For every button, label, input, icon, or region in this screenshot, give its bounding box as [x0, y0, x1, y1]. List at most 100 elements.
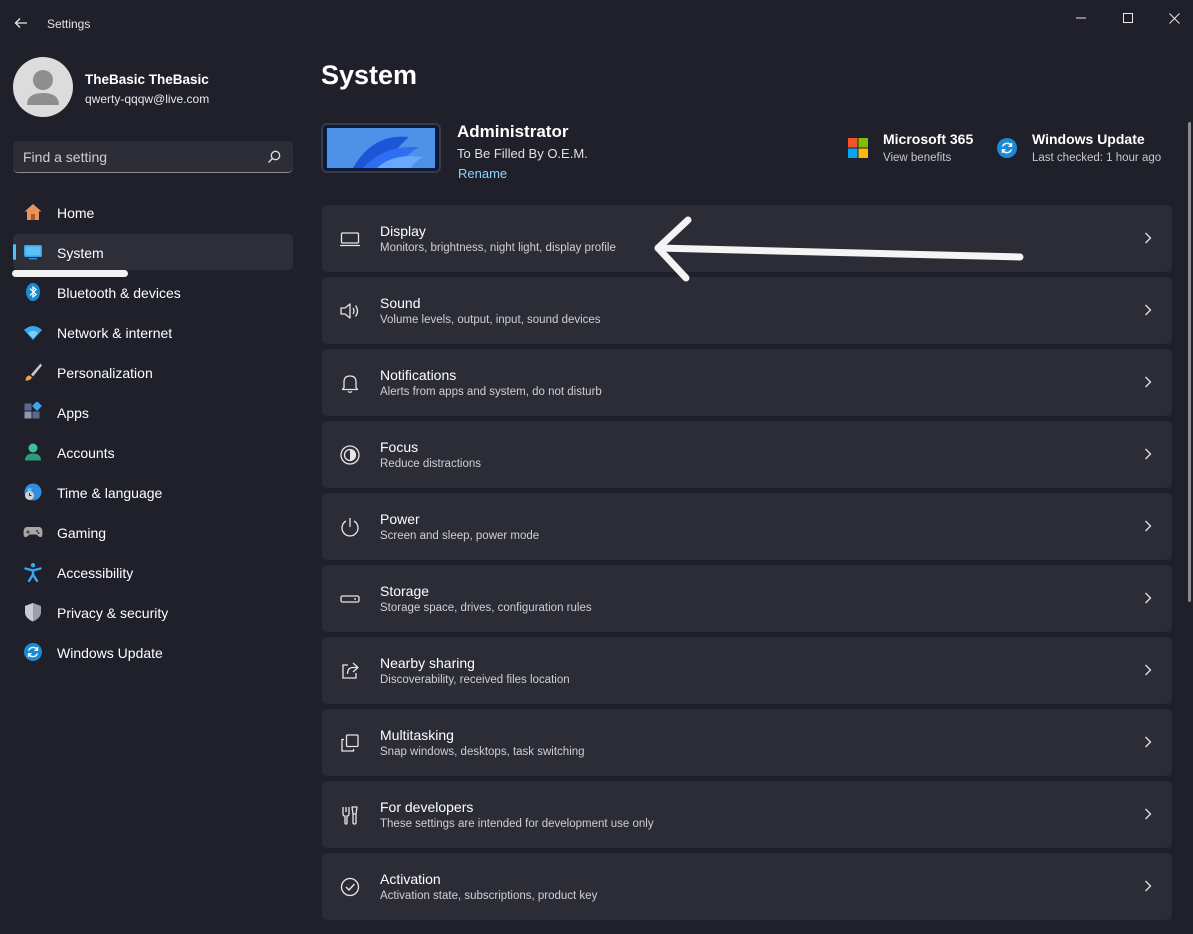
setting-title: Sound — [380, 295, 421, 311]
sidebar-item-accounts[interactable]: Accounts — [13, 434, 293, 470]
quick-link-title: Microsoft 365 — [883, 131, 974, 147]
setting-subtitle: Screen and sleep, power mode — [380, 530, 540, 542]
sidebar-item-system[interactable]: System — [13, 234, 293, 270]
sidebar-item-label: Accessibility — [57, 565, 134, 581]
sidebar-item-label: Gaming — [57, 525, 107, 541]
developer-tools-icon — [342, 806, 358, 825]
chevron-right-icon — [1145, 232, 1152, 244]
sidebar-item-label: Accounts — [57, 445, 115, 461]
chevron-right-icon — [1145, 592, 1152, 604]
apps-icon — [24, 402, 42, 419]
sidebar-item-label: Time & language — [57, 485, 163, 501]
activation-check-icon — [340, 877, 360, 897]
setting-card-for-developers[interactable]: For developers These settings are intend… — [322, 781, 1172, 848]
page-title: System — [321, 60, 418, 90]
gamepad-icon — [23, 527, 43, 538]
update-icon — [24, 643, 42, 661]
system-icon — [24, 245, 42, 260]
setting-card-power[interactable]: Power Screen and sleep, power mode — [322, 493, 1172, 560]
setting-subtitle: Volume levels, output, input, sound devi… — [380, 314, 601, 326]
annotation-underline — [12, 270, 128, 277]
setting-title: Multitasking — [380, 727, 454, 743]
search-icon[interactable] — [267, 150, 281, 164]
minimize-icon — [1076, 17, 1086, 19]
sidebar-item-label: Windows Update — [57, 645, 163, 661]
rename-link[interactable]: Rename — [458, 166, 507, 181]
chevron-right-icon — [1145, 304, 1152, 316]
setting-title: Nearby sharing — [380, 655, 475, 671]
back-arrow-icon — [14, 18, 27, 28]
home-icon — [24, 204, 42, 220]
setting-card-multitasking[interactable]: Multitasking Snap windows, desktops, tas… — [322, 709, 1172, 776]
close-icon — [1168, 12, 1180, 24]
sidebar-nav: Home System Bluetooth & devices Network — [13, 194, 293, 674]
microsoft-365-link[interactable]: Microsoft 365 View benefits — [847, 128, 982, 172]
sidebar-item-label: Home — [57, 205, 95, 221]
setting-card-storage[interactable]: Storage Storage space, drives, configura… — [322, 565, 1172, 632]
globe-clock-icon — [24, 483, 42, 501]
sidebar-item-gaming[interactable]: Gaming — [13, 514, 293, 550]
chevron-right-icon — [1145, 736, 1152, 748]
sidebar-item-home[interactable]: Home — [13, 194, 293, 230]
setting-card-activation[interactable]: Activation Activation state, subscriptio… — [322, 853, 1172, 920]
setting-subtitle: Monitors, brightness, night light, displ… — [380, 242, 616, 254]
setting-card-notifications[interactable]: Notifications Alerts from apps and syste… — [322, 349, 1172, 416]
wifi-icon — [24, 326, 42, 340]
bell-icon — [341, 375, 359, 393]
power-icon — [341, 518, 359, 537]
sidebar-item-network[interactable]: Network & internet — [13, 314, 293, 350]
search-input[interactable] — [23, 141, 263, 172]
update-icon — [997, 138, 1017, 158]
scrollbar[interactable] — [1188, 122, 1191, 602]
sidebar-item-label: Privacy & security — [57, 605, 169, 621]
back-button[interactable] — [8, 10, 34, 36]
chevron-right-icon — [1145, 520, 1152, 532]
setting-title: Power — [380, 511, 420, 527]
minimize-button[interactable] — [1058, 4, 1104, 32]
setting-title: Activation — [380, 871, 441, 887]
sidebar-item-label: Personalization — [57, 365, 153, 381]
setting-title: Notifications — [380, 367, 457, 383]
quick-link-subtitle: View benefits — [883, 152, 952, 164]
sidebar-item-apps[interactable]: Apps — [13, 394, 293, 430]
accessibility-icon — [24, 563, 42, 582]
accounts-icon — [25, 443, 41, 461]
device-model: To Be Filled By O.E.M. — [457, 146, 588, 161]
quick-link-subtitle: Last checked: 1 hour ago — [1032, 152, 1162, 164]
sidebar-item-time-language[interactable]: Time & language — [13, 474, 293, 510]
setting-card-focus[interactable]: Focus Reduce distractions — [322, 421, 1172, 488]
sidebar-item-label: Apps — [57, 405, 89, 421]
chevron-right-icon — [1145, 808, 1152, 820]
device-name: Administrator — [457, 122, 569, 141]
display-icon — [340, 232, 360, 247]
sidebar-item-accessibility[interactable]: Accessibility — [13, 554, 293, 590]
bluetooth-icon — [26, 283, 40, 301]
title-bar: Settings — [0, 0, 1193, 48]
maximize-button[interactable] — [1105, 4, 1151, 32]
chevron-right-icon — [1145, 376, 1152, 388]
speaker-icon — [340, 303, 359, 319]
setting-subtitle: Snap windows, desktops, task switching — [380, 746, 585, 758]
settings-window: Settings TheBasic TheBasic qwerty-qqqw@l… — [0, 0, 1193, 934]
multitasking-icon — [341, 734, 359, 752]
setting-subtitle: Reduce distractions — [380, 458, 481, 470]
setting-card-nearby-sharing[interactable]: Nearby sharing Discoverability, received… — [322, 637, 1172, 704]
focus-icon — [340, 445, 360, 465]
setting-title: Display — [380, 223, 426, 239]
setting-title: Storage — [380, 583, 430, 599]
microsoft-logo-icon — [848, 138, 868, 158]
quick-link-title: Windows Update — [1032, 131, 1145, 147]
sidebar-item-personalization[interactable]: Personalization — [13, 354, 293, 390]
chevron-right-icon — [1145, 664, 1152, 676]
share-icon — [342, 662, 359, 679]
sidebar-item-windows-update[interactable]: Windows Update — [13, 634, 293, 670]
setting-subtitle: Discoverability, received files location — [380, 674, 570, 686]
app-title: Settings — [47, 17, 91, 31]
storage-icon — [340, 595, 360, 603]
sidebar-item-privacy[interactable]: Privacy & security — [13, 594, 293, 630]
avatar[interactable] — [13, 57, 73, 117]
profile-name: TheBasic TheBasic — [85, 72, 209, 87]
sidebar-item-bluetooth[interactable]: Bluetooth & devices — [13, 274, 293, 310]
close-button[interactable] — [1151, 4, 1193, 32]
windows-update-link[interactable]: Windows Update Last checked: 1 hour ago — [996, 128, 1176, 172]
